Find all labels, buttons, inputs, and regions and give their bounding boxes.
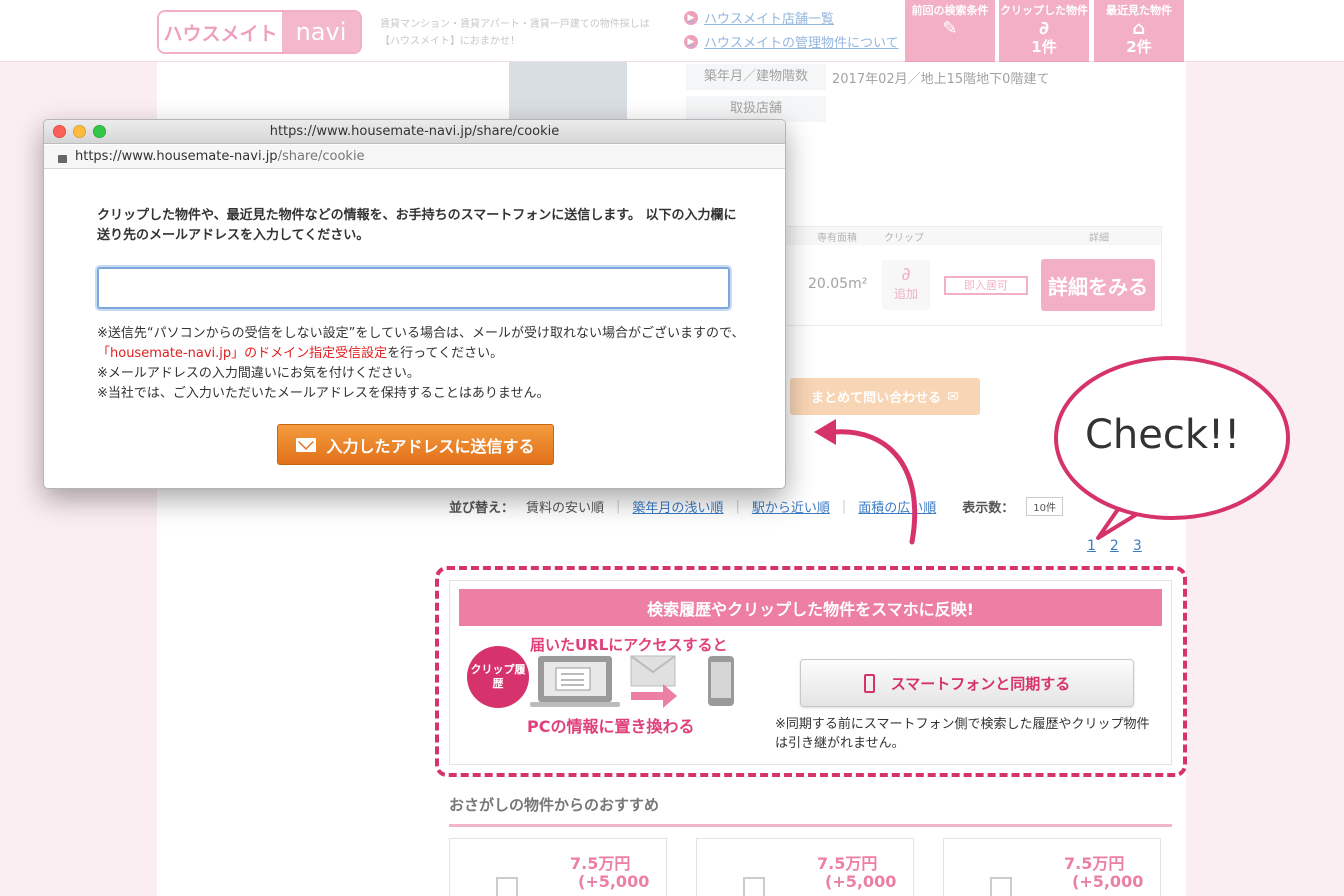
email-input[interactable] — [97, 267, 730, 309]
send-to-address-button[interactable]: 入力したアドレスに送信する — [277, 424, 554, 465]
zoom-window-button[interactable] — [93, 125, 106, 138]
url-path: /share/cookie — [277, 149, 365, 164]
curved-arrow — [831, 429, 918, 545]
domain-setting-link[interactable]: 「housemate-navi.jp」のドメイン指定受信設定 — [97, 346, 387, 361]
note-privacy: ※当社では、ご入力いただいたメールアドレスを保持することはありません。 — [97, 386, 550, 401]
window-titlebar[interactable]: https://www.housemate-navi.jp/share/cook… — [44, 120, 785, 144]
minimize-window-button[interactable] — [73, 125, 86, 138]
envelope-icon — [296, 437, 317, 452]
url-host: https://www.housemate-navi.jp — [75, 149, 278, 164]
window-title: https://www.housemate-navi.jp/share/cook… — [269, 124, 560, 139]
cookie-share-popup: https://www.housemate-navi.jp/share/cook… — [43, 119, 786, 489]
note-typo: ※メールアドレスの入力間違いにお気を付けください。 — [97, 366, 420, 381]
lock-icon — [58, 154, 67, 163]
arrowhead-icon — [814, 419, 836, 445]
popup-notes: ※送信先“パソコンからの受信をしない設定”をしている場合は、メールが受け取れない… — [97, 324, 757, 404]
note-receive-setting: ※送信先“パソコンからの受信をしない設定”をしている場合は、メールが受け取れない… — [97, 326, 745, 341]
note-receive-setting-end: を行ってください。 — [387, 346, 504, 361]
address-bar[interactable]: https://www.housemate-navi.jp/share/cook… — [44, 145, 785, 169]
close-window-button[interactable] — [53, 125, 66, 138]
callout-text: Check!! — [1085, 412, 1241, 458]
popup-message: クリップした物件や、最近見た物件などの情報を、お手持ちのスマートフォンに送信しま… — [97, 208, 737, 243]
send-to-address-label: 入力したアドレスに送信する — [326, 436, 535, 456]
